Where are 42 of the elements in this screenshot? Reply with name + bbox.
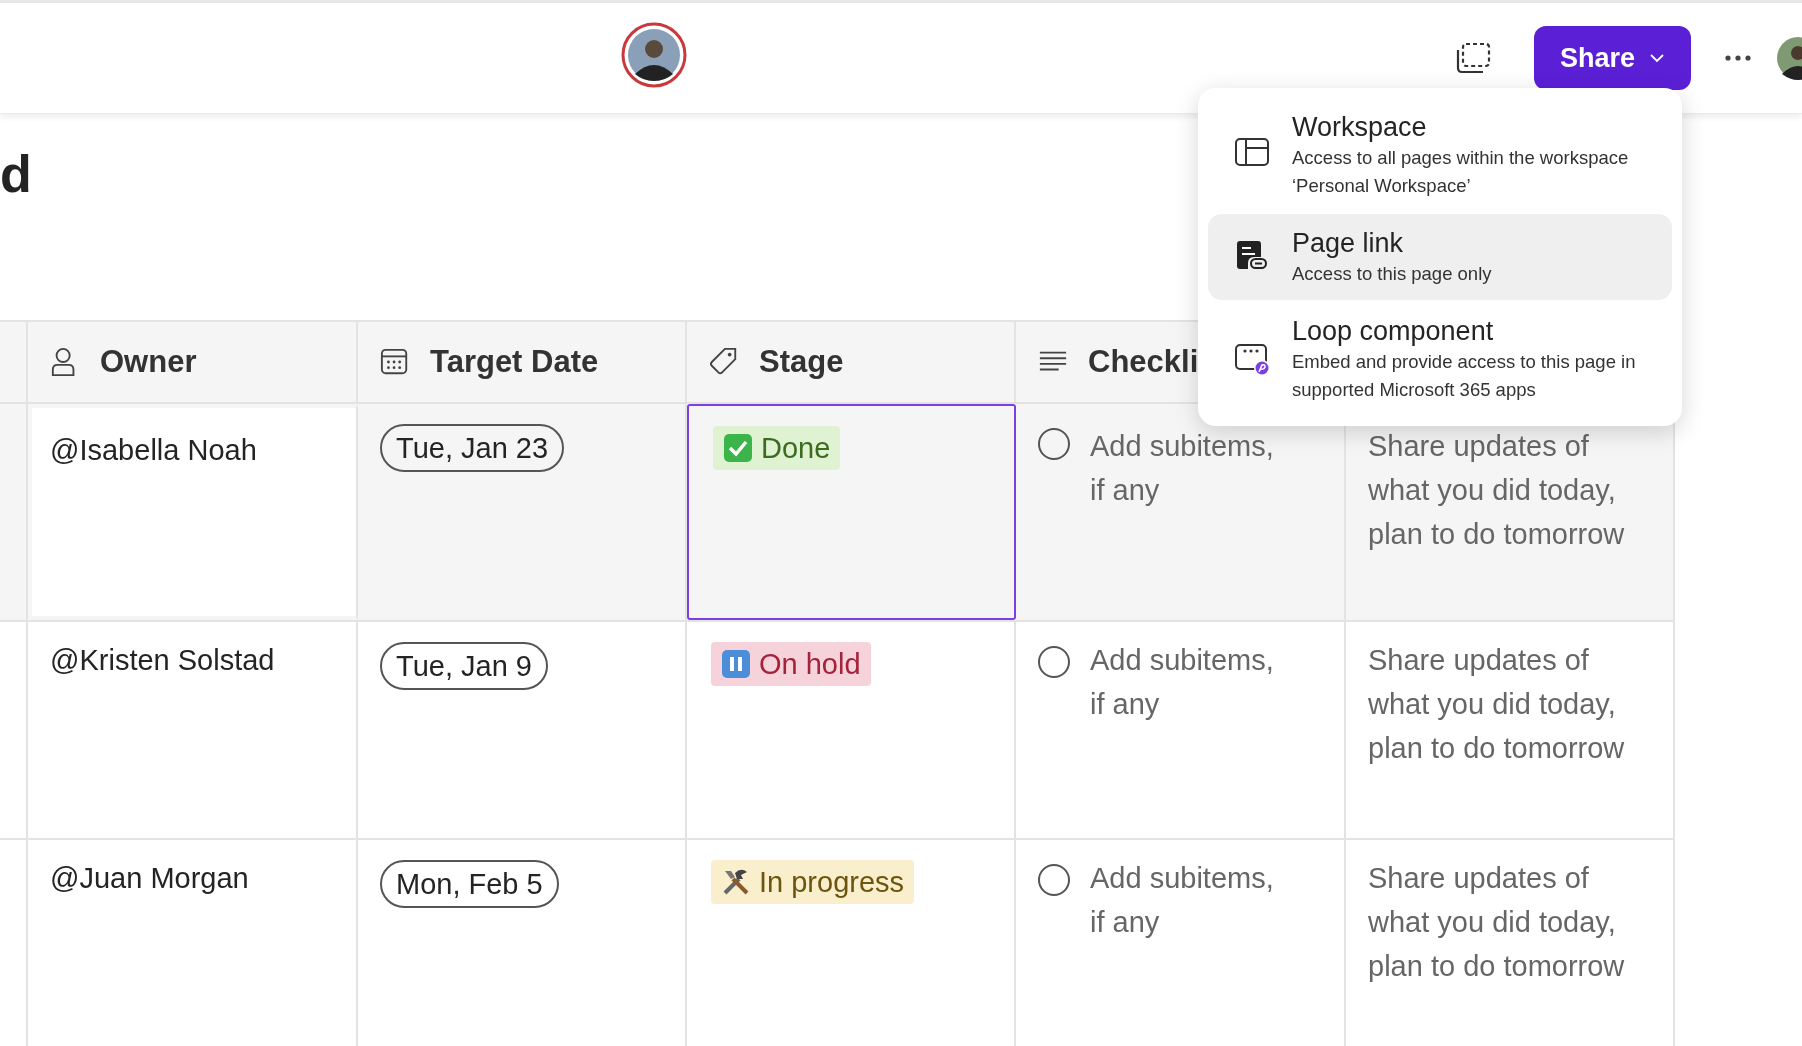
calendar-icon (380, 347, 410, 377)
placeholder-text: Add subitems, if any (1090, 643, 1275, 722)
tag-icon (709, 347, 739, 377)
chevron-down-icon (1649, 53, 1665, 63)
date-chip[interactable]: Tue, Jan 9 (380, 642, 548, 690)
date-chip[interactable]: Mon, Feb 5 (380, 860, 559, 908)
column-header[interactable]: Stage (687, 322, 1016, 402)
menu-item-description: Access to all pages within the workspace ‘Personal Workspace’ (1292, 146, 1630, 198)
stage-tag[interactable]: In progress (711, 860, 915, 904)
date-chip[interactable]: Tue, Jan 23 (380, 424, 565, 472)
menu-item[interactable]: Workspace Access to all pages within the workspace ‘Personal Workspace’ (1208, 98, 1672, 212)
menu-item[interactable]: Page link Access to this page only (1208, 214, 1672, 300)
stage-cell[interactable]: Done (687, 404, 1016, 620)
checkbox[interactable] (1038, 864, 1070, 896)
placeholder-text: Share updates of what you did today, plan to do tomorrow (1368, 861, 1626, 984)
tools-icon (721, 867, 751, 897)
placeholder-text: Add subitems, if any (1090, 429, 1275, 508)
checkbox[interactable] (1038, 428, 1070, 460)
stage-tag[interactable]: On hold (711, 642, 871, 686)
page-title: d (0, 144, 32, 204)
owner-name: @Kristen Solstad (50, 643, 275, 678)
copy-icon[interactable] (1454, 42, 1491, 74)
placeholder-text: Share updates of what you did today, plan to do tomorrow (1368, 429, 1626, 552)
menu-item-title: Workspace (1292, 111, 1428, 144)
menu-item-title: Page link (1292, 227, 1405, 260)
more-icon[interactable] (1724, 54, 1752, 62)
placeholder-text: Share updates of what you did today, plan to do tomorrow (1368, 643, 1626, 766)
placeholder-text: Add subitems, if any (1090, 861, 1275, 940)
owner-name: @Juan Morgan (50, 861, 249, 896)
stage-tag[interactable]: Done (713, 426, 841, 470)
pause-icon (721, 649, 751, 679)
menu-item-description: Access to this page only (1292, 262, 1492, 286)
stage-cell[interactable]: In progress (687, 840, 1016, 1046)
owner-name: @Isabella Noah (50, 433, 257, 468)
column-header[interactable]: Owner (28, 322, 358, 402)
avatar[interactable] (621, 22, 687, 88)
column-header[interactable]: Target Date (358, 322, 687, 402)
loop-icon (1234, 341, 1270, 377)
check-box-icon (723, 433, 753, 463)
stage-cell[interactable]: On hold (687, 622, 1016, 838)
checkbox[interactable] (1038, 646, 1070, 678)
share-button[interactable]: Share (1533, 26, 1691, 90)
